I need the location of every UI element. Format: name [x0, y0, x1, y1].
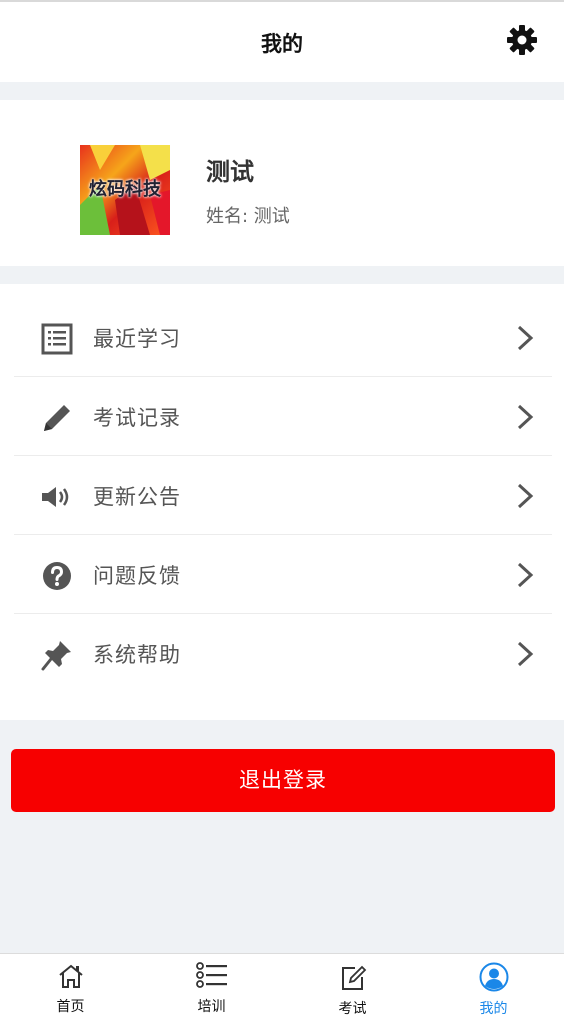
top-bar: 我的: [0, 0, 564, 82]
profile-card[interactable]: 炫码科技 测试 姓名: 测试: [0, 100, 564, 266]
chevron-right-icon: [516, 640, 534, 668]
menu-item-system-help[interactable]: 系统帮助: [14, 614, 552, 693]
tab-mine[interactable]: 我的: [423, 954, 564, 1024]
tab-label: 考试: [338, 1001, 367, 1017]
tab-home[interactable]: 首页: [0, 954, 141, 1024]
menu-label: 最近学习: [93, 327, 181, 351]
menu-item-feedback[interactable]: 问题反馈: [14, 535, 552, 614]
menu-list: 最近学习 考试记录 更新公告 问题反馈 系统帮助: [0, 284, 564, 720]
list-bullets-icon: [195, 962, 228, 992]
menu-label: 更新公告: [93, 485, 181, 509]
user-icon: [479, 962, 509, 996]
menu-item-recent-study[interactable]: 最近学习: [14, 298, 552, 377]
menu-label: 考试记录: [93, 406, 181, 430]
tab-label: 培训: [197, 999, 226, 1015]
menu-item-update-notice[interactable]: 更新公告: [14, 456, 552, 535]
tab-exam[interactable]: 考试: [282, 954, 423, 1024]
logout-button[interactable]: 退出登录: [11, 749, 555, 812]
home-icon: [57, 963, 85, 993]
menu-label: 系统帮助: [93, 643, 181, 667]
chevron-right-icon: [516, 324, 534, 352]
menu-label: 问题反馈: [93, 564, 181, 588]
settings-gear-icon[interactable]: [506, 24, 538, 56]
page-title: 我的: [261, 32, 303, 56]
chevron-right-icon: [516, 482, 534, 510]
menu-item-exam-records[interactable]: 考试记录: [14, 377, 552, 456]
speaker-icon: [40, 480, 74, 514]
avatar[interactable]: 炫码科技: [80, 145, 170, 235]
pin-icon: [40, 638, 74, 672]
edit-icon: [339, 964, 367, 996]
profile-name: 测试: [206, 158, 254, 186]
tab-label: 首页: [56, 999, 85, 1015]
profile-subtitle: 姓名: 测试: [206, 206, 290, 227]
chevron-right-icon: [516, 403, 534, 431]
bottom-tab-bar: 首页 培训 考试 我的: [0, 953, 564, 1024]
tab-training[interactable]: 培训: [141, 954, 282, 1024]
question-icon: [40, 559, 74, 593]
list-icon: [40, 322, 74, 356]
avatar-logo-text: 炫码科技: [89, 179, 161, 200]
tab-label: 我的: [479, 1001, 508, 1017]
pencil-icon: [40, 401, 74, 435]
chevron-right-icon: [516, 561, 534, 589]
